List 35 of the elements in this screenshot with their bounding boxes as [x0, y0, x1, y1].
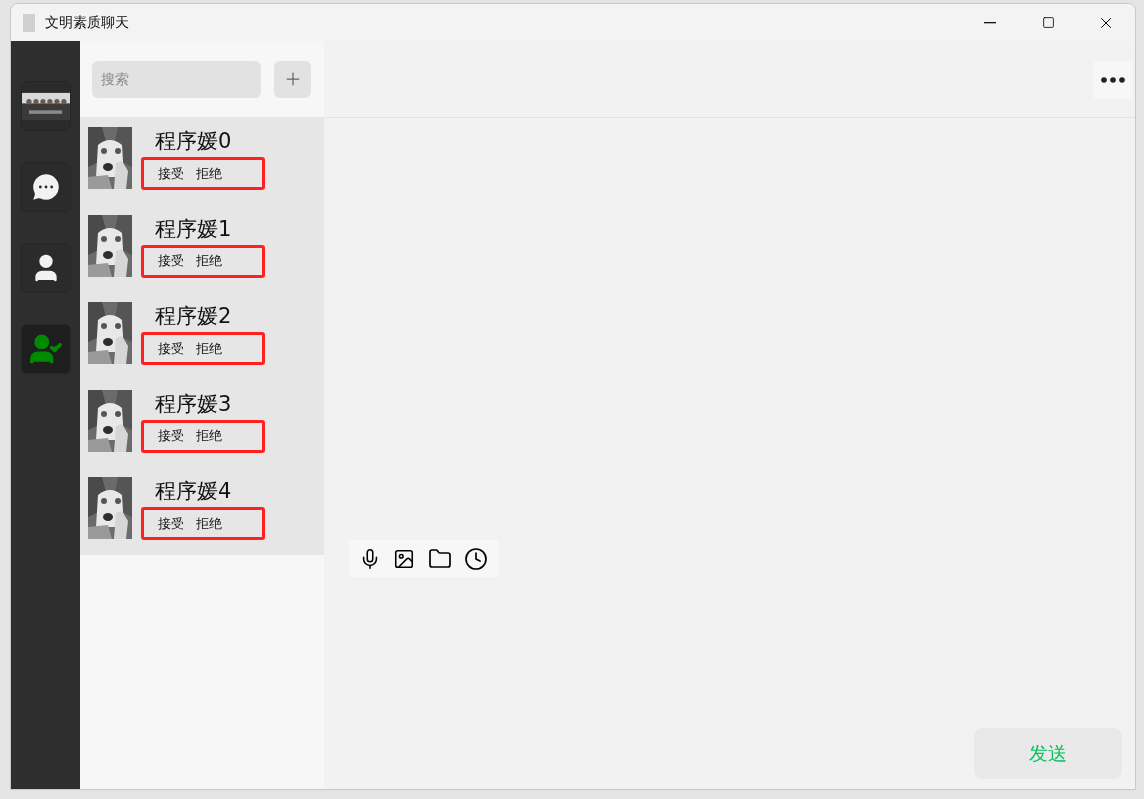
sidebar-item[interactable]	[20, 243, 71, 293]
accept-button[interactable]: 接受	[158, 338, 184, 359]
request-item[interactable]: 程序媛1 接受 拒绝	[80, 204, 324, 292]
reject-button[interactable]: 拒绝	[196, 426, 222, 446]
accept-button[interactable]: 接受	[158, 513, 184, 534]
window-title: 文明素质聊天	[45, 13, 129, 32]
maximize-icon	[1041, 16, 1055, 29]
minimize-icon	[984, 21, 996, 24]
more-icon	[1101, 76, 1125, 83]
clock-icon[interactable]	[463, 546, 488, 571]
reject-button[interactable]: 拒绝	[196, 163, 222, 184]
app-icon	[23, 13, 35, 32]
folder-icon[interactable]	[427, 546, 452, 571]
contact-name: 程序媛4	[155, 478, 233, 505]
accept-button[interactable]: 接受	[158, 163, 184, 184]
reject-button[interactable]: 拒绝	[196, 338, 222, 359]
contact-name: 程序媛2	[155, 303, 233, 330]
request-item[interactable]: 程序媛3 接受 拒绝	[80, 379, 324, 467]
request-item[interactable]: 程序媛2 接受 拒绝	[80, 292, 324, 380]
accept-button[interactable]: 接受	[158, 426, 184, 446]
image-icon[interactable]	[393, 547, 416, 570]
add-button[interactable]	[274, 60, 311, 98]
request-item[interactable]: 程序媛4 接受 拒绝	[80, 467, 324, 555]
contact-name: 程序媛3	[155, 390, 233, 418]
search-field[interactable]: 搜索	[92, 60, 261, 98]
accept-button[interactable]: 接受	[158, 251, 184, 271]
more-button[interactable]	[1094, 60, 1132, 99]
contact-name: 程序媛0	[155, 128, 233, 155]
request-item[interactable]: 程序媛0 接受 拒绝	[80, 117, 324, 205]
contact-name: 程序媛1	[155, 215, 233, 243]
person-check-icon	[28, 332, 63, 366]
reject-button[interactable]: 拒绝	[196, 513, 222, 534]
sidebar-item[interactable]	[20, 81, 71, 131]
sidebar-item[interactable]	[20, 162, 71, 212]
reject-button[interactable]: 拒绝	[196, 251, 222, 271]
